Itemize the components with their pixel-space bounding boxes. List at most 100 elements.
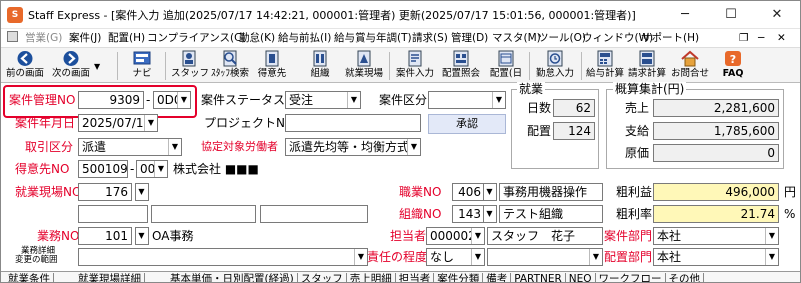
days-value: 62 xyxy=(553,99,595,117)
job-dept-select[interactable]: 本社 ▼ xyxy=(653,227,779,245)
org-button[interactable]: 組織 xyxy=(302,50,338,82)
tab-site-detail[interactable]: 就業現場詳細 xyxy=(75,273,145,282)
payroll-button[interactable]: 給与計算 xyxy=(585,50,625,82)
site-no-field[interactable]: 176 xyxy=(78,183,132,201)
chevron-down-icon: ▼ xyxy=(177,92,190,108)
menu-admin[interactable]: 管理(D) xyxy=(451,29,488,47)
menu-attendance[interactable]: 勤怠(K) xyxy=(239,29,275,47)
chevron-down-icon: ▼ xyxy=(492,92,505,108)
billing-button[interactable]: 請求計算 xyxy=(627,50,667,82)
forward-button[interactable]: 次の画面 xyxy=(49,50,93,82)
menu-support[interactable]: サポート(H) xyxy=(641,29,699,47)
job-type-no-field[interactable]: 406 xyxy=(452,183,485,201)
toolbar: 前の画面 次の画面 ▼ ナビ スタッフ ｽﾀｯﾌ検索 得意先 組織 就業現場 案… xyxy=(1,47,800,83)
site-label: 就業現場NO xyxy=(15,185,82,199)
window-title: Staff Express - [案件入力 追加(2025/07/17 14:4… xyxy=(28,9,636,22)
approve-button[interactable]: 承認 xyxy=(428,114,506,134)
client-button[interactable]: 得意先 xyxy=(254,50,290,82)
chevron-down-icon: ▼ xyxy=(168,139,181,155)
menu-icon[interactable] xyxy=(7,29,20,47)
job-month-field[interactable]: 2025/07/17 ▼ xyxy=(78,114,158,132)
payment-label: 支給 xyxy=(625,124,650,138)
faq-button[interactable]: ? FAQ xyxy=(719,50,747,82)
faq-icon: ? xyxy=(725,51,741,66)
back-button[interactable]: 前の画面 xyxy=(3,50,47,82)
gross-profit-value: 496,000 xyxy=(653,183,779,201)
org-lookup-select[interactable]: ▼ xyxy=(483,205,497,223)
client-no-field[interactable]: 500109 xyxy=(78,160,128,178)
job-type-lookup-select[interactable]: ▼ xyxy=(483,183,497,201)
client-name: 株式会社 ■■■ xyxy=(173,162,259,176)
menu-payroll[interactable]: 給与賞与年調(T) xyxy=(334,29,412,47)
attendance-button[interactable]: 勤怠入力 xyxy=(533,50,577,82)
menu-sales[interactable]: 営業(G) xyxy=(25,29,62,47)
org-no-field[interactable]: 143 xyxy=(452,205,485,223)
menu-assign[interactable]: 配置(H) xyxy=(108,29,145,47)
child-close-icon[interactable]: ✕ xyxy=(777,29,786,47)
tab-sales-detail[interactable]: 売上明細 xyxy=(347,273,396,282)
menu-advance-pay[interactable]: 給与前払(I) xyxy=(278,29,331,47)
gross-profit-unit: 円 xyxy=(784,185,797,199)
back-arrow-icon xyxy=(17,51,33,66)
job-no-sub-select[interactable]: 0D0 ▼ xyxy=(153,91,191,109)
restore-icon[interactable]: ❐ xyxy=(739,29,748,47)
job-no-label: 案件管理NO xyxy=(9,93,76,107)
staff-search-button[interactable]: ｽﾀｯﾌ検索 xyxy=(209,50,251,82)
job-no-field[interactable]: 9309 xyxy=(78,91,144,109)
client-separator: - xyxy=(130,162,135,176)
agreement-select[interactable]: 派遣先均等・均衡方式 ▼ xyxy=(285,138,421,156)
job-entry-button[interactable]: 案件入力 xyxy=(393,50,437,82)
job-status-select[interactable]: 受注 ▼ xyxy=(285,91,361,109)
assign-dept-select[interactable]: 本社 ▼ xyxy=(653,248,779,266)
tab-unit-price[interactable]: 基本単価・日別配置(経過) xyxy=(167,273,298,282)
duty-detail-select[interactable]: ▼ xyxy=(78,248,368,266)
duty-lookup-select[interactable]: ▼ xyxy=(135,227,149,245)
job-type-label: 職業NO xyxy=(399,185,442,199)
responsibility-detail-select[interactable]: ▼ xyxy=(487,248,603,266)
project-field[interactable] xyxy=(285,114,421,132)
estimate-box-title: 概算集計(円) xyxy=(613,82,687,96)
site-detail-2[interactable] xyxy=(151,205,256,223)
child-minimize-icon[interactable]: ─ xyxy=(758,29,764,47)
job-category-select[interactable]: ▼ xyxy=(428,91,506,109)
duty-no-field[interactable]: 101 xyxy=(78,227,132,245)
tab-other[interactable]: その他 xyxy=(666,273,705,282)
job-category-label: 案件区分 xyxy=(379,93,428,107)
minimize-button[interactable]: ─ xyxy=(662,1,708,29)
site-button[interactable]: 就業現場 xyxy=(342,50,386,82)
payroll-icon xyxy=(597,50,613,67)
menu-job[interactable]: 案件(J) xyxy=(69,29,101,47)
responsibility-select[interactable]: なし ▼ xyxy=(426,248,485,266)
tab-workflow[interactable]: ワークフロー xyxy=(596,273,666,282)
tab-work-conditions[interactable]: 就業条件 xyxy=(5,273,54,282)
contact-button[interactable]: お問合せ xyxy=(669,50,711,82)
assign-lookup-button[interactable]: 配置照会 xyxy=(439,50,483,82)
back-dropdown-icon[interactable]: ▼ xyxy=(94,62,100,71)
tab-job-category[interactable]: 案件分類 xyxy=(434,273,484,282)
maximize-button[interactable]: ☐ xyxy=(708,1,754,29)
close-button[interactable]: ✕ xyxy=(754,1,800,29)
tab-notes[interactable]: 備考 xyxy=(483,273,512,282)
tab-partner[interactable]: PARTNER xyxy=(511,273,566,282)
tab-staff[interactable]: スタッフ xyxy=(298,273,347,282)
assign-day-button[interactable]: 配置(日 xyxy=(485,50,527,82)
site-detail-3[interactable] xyxy=(260,205,368,223)
days-label: 日数 xyxy=(527,101,552,115)
deal-type-select[interactable]: 派遣 ▼ xyxy=(78,138,182,156)
menu-master[interactable]: マスタ(M) xyxy=(492,29,541,47)
menu-compliance[interactable]: コンプライアンス(C) xyxy=(147,29,246,47)
site-detail-1[interactable] xyxy=(78,205,148,223)
title-bar: S Staff Express - [案件入力 追加(2025/07/17 14… xyxy=(1,1,800,29)
menu-billing[interactable]: 請求(S) xyxy=(412,29,448,47)
manager-no-select[interactable]: 000002 ▼ xyxy=(426,227,485,245)
sales-value: 2,281,600 xyxy=(653,99,779,117)
client-sub-select[interactable]: 000 ▼ xyxy=(136,160,168,178)
site-lookup-select[interactable]: ▼ xyxy=(135,183,149,201)
navi-button[interactable]: ナビ xyxy=(125,50,159,82)
toolbar-separator xyxy=(165,52,166,80)
staff-button[interactable]: スタッフ xyxy=(171,50,209,82)
tab-manager[interactable]: 担当者 xyxy=(396,273,435,282)
tab-neo[interactable]: NEO xyxy=(566,273,596,282)
menu-tools[interactable]: ツール(O) xyxy=(538,29,586,47)
toolbar-separator xyxy=(389,52,390,80)
